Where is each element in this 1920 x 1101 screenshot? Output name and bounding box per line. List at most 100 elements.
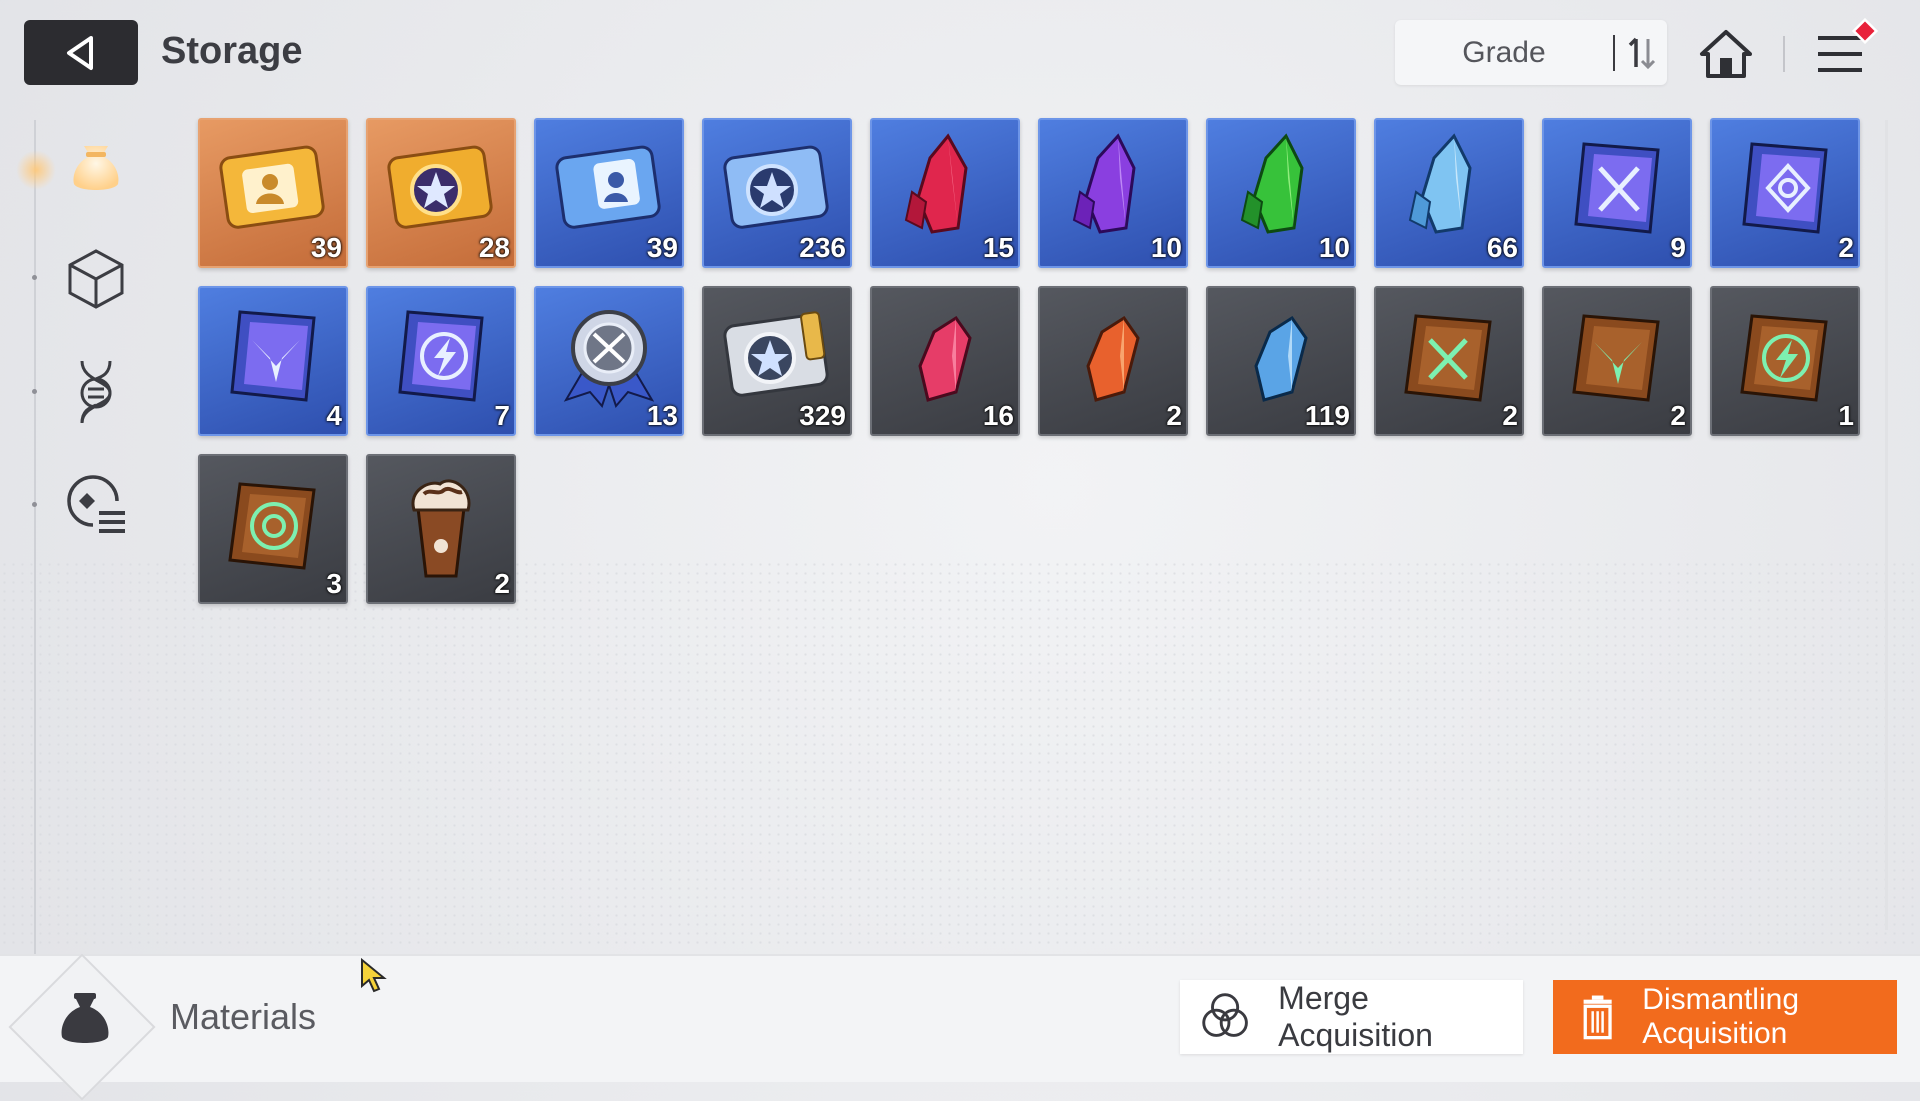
item-slot[interactable]: 2 <box>1374 286 1524 436</box>
item-quantity: 2 <box>1670 400 1686 431</box>
sidebar-dot <box>32 502 37 507</box>
trash-icon <box>1583 995 1612 1040</box>
sidebar-dot <box>32 389 37 394</box>
brown-eye-book-icon <box>228 482 316 570</box>
purple-crystal-icon <box>1072 133 1136 234</box>
merge-circles-icon <box>1202 993 1248 1037</box>
item-quantity: 66 <box>1486 232 1518 263</box>
item-slot[interactable]: 236 <box>702 118 852 268</box>
cube-icon <box>68 249 124 309</box>
home-button[interactable] <box>1698 26 1754 82</box>
sort-order-icon <box>1628 37 1656 69</box>
item-quantity: 2 <box>1166 400 1182 431</box>
blue-eye-book-icon <box>1742 142 1828 234</box>
home-icon <box>1700 30 1752 78</box>
item-quantity: 13 <box>646 400 678 431</box>
item-slot[interactable]: 3 <box>198 454 348 604</box>
item-quantity: 4 <box>326 400 342 431</box>
sidebar-tab-characters[interactable] <box>60 468 132 540</box>
sort-control: Grade <box>1395 20 1667 85</box>
item-slot[interactable]: 2 <box>1710 118 1860 268</box>
blue-shard-icon <box>1254 315 1308 402</box>
item-quantity: 16 <box>982 400 1014 431</box>
sidebar-tab-materials[interactable] <box>60 128 132 200</box>
item-quantity: 2 <box>494 568 510 599</box>
category-label: Materials <box>170 996 317 1037</box>
back-arrow-icon <box>67 35 93 70</box>
header-divider <box>1783 36 1785 72</box>
brown-wing-book-icon <box>1572 314 1660 402</box>
merge-acquisition-button[interactable]: Merge Acquisition <box>1180 980 1523 1054</box>
blue-star-ticket-icon <box>723 145 829 229</box>
item-slot[interactable]: 119 <box>1206 286 1356 436</box>
mouse-cursor-icon <box>361 958 387 993</box>
green-crystal-icon <box>1240 133 1304 234</box>
sidebar-dot <box>32 275 37 280</box>
blue-bolt-book-icon <box>398 310 484 402</box>
item-slot[interactable]: 39 <box>198 118 348 268</box>
item-slot[interactable]: 39 <box>534 118 684 268</box>
item-slot[interactable]: 16 <box>870 286 1020 436</box>
item-slot[interactable]: 10 <box>1038 118 1188 268</box>
medal-badge-icon <box>563 310 655 408</box>
sort-grade-button[interactable]: Grade <box>1395 36 1613 70</box>
dismantling-acquisition-label: Dismantling Acquisition <box>1642 983 1800 1050</box>
gold-character-ticket-icon <box>219 145 325 229</box>
sidebar-tab-genes[interactable] <box>60 356 132 428</box>
brown-bolt-book-icon <box>1740 314 1828 402</box>
red-shard-icon <box>918 315 972 402</box>
item-slot[interactable]: 15 <box>870 118 1020 268</box>
item-quantity: 28 <box>478 232 510 263</box>
item-quantity: 10 <box>1150 232 1182 263</box>
blue-sword-book-icon <box>1574 142 1660 234</box>
grid-scrollbar[interactable] <box>1885 120 1888 930</box>
silver-star-ticket-icon <box>723 311 829 397</box>
gold-star-ticket-icon <box>387 145 493 229</box>
menu-button[interactable] <box>1814 18 1878 82</box>
item-quantity: 236 <box>799 232 846 263</box>
sidebar-rail <box>34 120 36 955</box>
item-quantity: 39 <box>310 232 342 263</box>
background-pattern <box>0 560 1920 950</box>
item-quantity: 2 <box>1502 400 1518 431</box>
item-slot[interactable]: 329 <box>702 286 852 436</box>
merge-acquisition-label: Merge Acquisition <box>1278 980 1433 1053</box>
material-bag-icon <box>73 146 119 190</box>
item-quantity: 1 <box>1838 400 1854 431</box>
item-slot[interactable]: 2 <box>1038 286 1188 436</box>
item-slot[interactable]: 2 <box>366 454 516 604</box>
orange-shard-icon <box>1086 315 1140 402</box>
item-slot[interactable]: 1 <box>1710 286 1860 436</box>
item-slot[interactable]: 2 <box>1542 286 1692 436</box>
item-slot[interactable]: 10 <box>1206 118 1356 268</box>
blue-crystal-icon <box>1408 133 1472 234</box>
item-quantity: 39 <box>646 232 678 263</box>
item-grid: 39 28 39 236 15 10 10 66 9 2 4 7 13 329 … <box>198 118 1860 604</box>
chocolate-frappe-icon <box>411 479 471 578</box>
item-slot[interactable]: 9 <box>1542 118 1692 268</box>
item-slot[interactable]: 4 <box>198 286 348 436</box>
back-button[interactable] <box>24 20 138 85</box>
notification-badge-icon <box>1852 18 1878 44</box>
item-slot[interactable]: 13 <box>534 286 684 436</box>
red-crystal-icon <box>904 133 968 234</box>
item-quantity: 329 <box>799 400 846 431</box>
sidebar-tab-items[interactable] <box>60 243 132 315</box>
blue-wing-book-icon <box>230 310 316 402</box>
sort-order-toggle[interactable] <box>1615 33 1667 73</box>
item-slot[interactable]: 66 <box>1374 118 1524 268</box>
page-title: Storage <box>161 30 303 72</box>
active-tab-indicator <box>16 150 56 190</box>
brown-sword-book-icon <box>1404 314 1492 402</box>
item-quantity: 10 <box>1318 232 1350 263</box>
item-slot[interactable]: 28 <box>366 118 516 268</box>
dismantling-acquisition-button[interactable]: Dismantling Acquisition <box>1553 980 1897 1054</box>
character-list-icon <box>67 475 125 533</box>
item-quantity: 119 <box>1304 400 1350 431</box>
item-quantity: 7 <box>494 400 510 431</box>
item-quantity: 15 <box>982 232 1014 263</box>
item-slot[interactable]: 7 <box>366 286 516 436</box>
item-quantity: 3 <box>326 568 342 599</box>
item-quantity: 9 <box>1670 232 1686 263</box>
blue-character-ticket-icon <box>555 145 661 229</box>
